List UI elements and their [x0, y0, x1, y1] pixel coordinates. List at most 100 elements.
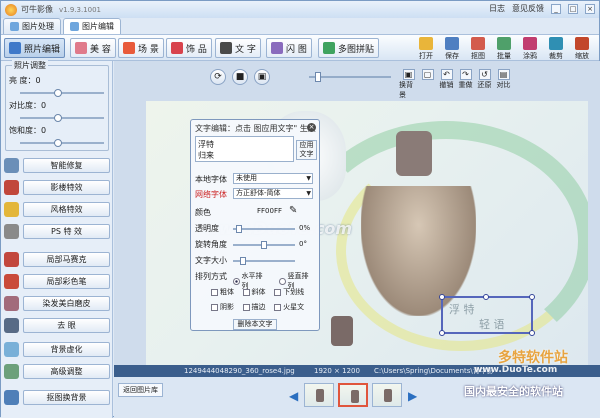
resize-handle[interactable] [529, 330, 535, 336]
tab-bar: 图片处理 图片编辑 [3, 18, 121, 34]
title-bar: 可牛影像 v1.9.3.1001 日志 意见反馈 _ □ × [1, 1, 599, 18]
local-font-select[interactable]: 未使用 ▼ [233, 173, 313, 184]
effect-button[interactable]: 染发美白磨皮 [23, 296, 110, 311]
prev-arrow-icon[interactable]: ◀ [289, 389, 298, 403]
canvas-tool-icon: ▤ [497, 69, 510, 80]
blur-icon [4, 342, 19, 357]
canvas-tool[interactable]: ↺ 还原 [475, 69, 494, 90]
contrast-slider[interactable] [20, 114, 104, 122]
checkbox-icon [242, 303, 250, 311]
open-button[interactable]: 打开 [413, 37, 439, 61]
effect-button[interactable]: 背景虚化 [23, 342, 110, 357]
text-selection-box[interactable]: 浮 特 轻 语 [439, 294, 535, 336]
batch-icon [497, 37, 511, 50]
brightness-slider[interactable] [20, 89, 104, 97]
doodle-button[interactable]: 涂鸦 [517, 37, 543, 61]
slider-knob[interactable] [239, 257, 246, 265]
next-arrow-icon[interactable]: ▶ [408, 389, 417, 403]
mode-beauty[interactable]: 美 容 [70, 38, 116, 58]
rotate-slider[interactable] [233, 241, 295, 249]
shadow-checkbox[interactable]: 阴影 [211, 302, 234, 312]
canvas-tool[interactable]: ↷ 重做 [456, 69, 475, 90]
effect-button[interactable]: PS 特 效 [23, 224, 110, 239]
thumbnail[interactable] [372, 383, 402, 407]
mode-flash[interactable]: 闪 图 [266, 38, 312, 58]
effect-button[interactable]: 影楼特效 [23, 180, 110, 195]
maximize-button[interactable]: □ [568, 3, 578, 14]
select-value: 未使用 [236, 174, 257, 182]
batch-button[interactable]: 批量 [491, 37, 517, 61]
mode-scene[interactable]: 场 景 [118, 38, 164, 58]
italic-checkbox[interactable]: 斜体 [242, 287, 266, 297]
mode-text[interactable]: 文 字 [215, 38, 261, 58]
tab-image-process[interactable]: 图片处理 [3, 18, 61, 34]
tab-label: 图片处理 [22, 22, 54, 31]
mode-label: 美 容 [90, 44, 111, 55]
cutout-button[interactable]: 抠图 [465, 37, 491, 61]
opacity-value: 0% [299, 224, 311, 232]
mode-collage[interactable]: 多图拼贴 [318, 38, 380, 58]
actual-size-button[interactable]: ▣ [254, 69, 270, 85]
effect-button[interactable]: 智能修复 [23, 158, 110, 173]
resize-button[interactable]: 缩放 [569, 37, 595, 61]
text-content-input[interactable]: 浮特 归来 [195, 136, 294, 162]
effect-button[interactable]: 抠图换背景 [23, 390, 110, 405]
effect-button[interactable]: 局部马赛克 [23, 252, 110, 267]
canvas-tool-label: 还原 [477, 81, 492, 89]
effect-button[interactable]: 高级调整 [23, 364, 110, 379]
close-button[interactable]: × [585, 3, 595, 14]
rotate-button[interactable]: ⟳ [210, 69, 226, 85]
close-icon[interactable]: × [307, 123, 316, 132]
canvas-tool[interactable]: ▢ [418, 69, 437, 80]
apply-text-button[interactable]: 应用文字 [296, 140, 317, 160]
canvas-tool[interactable]: ↶ 撤销 [437, 69, 456, 90]
watermark: www.DuoTe.com [474, 365, 558, 375]
bold-checkbox[interactable]: 粗体 [211, 287, 234, 297]
thumbnail-selected[interactable] [338, 383, 368, 407]
app-logo-icon [5, 3, 17, 16]
effect-button[interactable]: 风格特效 [23, 202, 110, 217]
save-button[interactable]: 保存 [439, 37, 465, 61]
size-slider[interactable] [233, 257, 295, 265]
resize-handle[interactable] [483, 294, 489, 300]
checkbox-label: 粗体 [220, 288, 234, 296]
slider-knob[interactable] [54, 114, 63, 122]
watermark: 国内最安全的软件站 [464, 385, 563, 398]
tab-image-edit[interactable]: 图片编辑 [63, 18, 121, 34]
saturation-slider[interactable] [20, 139, 104, 147]
zoom-knob[interactable] [315, 72, 322, 82]
back-to-gallery-button[interactable]: 返回图片库 [118, 383, 163, 397]
thumbnail[interactable] [304, 383, 334, 407]
mode-accessory[interactable]: 饰 品 [166, 38, 212, 58]
underline-checkbox[interactable]: 下划线 [274, 287, 304, 297]
photo-adjust-group: 照片调整 亮 度：0 对比度：0 饱和度：0 [5, 60, 109, 151]
opacity-slider[interactable] [233, 225, 295, 233]
checkbox-label: 阴影 [220, 303, 234, 311]
slider-knob[interactable] [261, 241, 267, 249]
crop-icon [549, 37, 563, 50]
feedback-link[interactable]: 意见反馈 [512, 3, 544, 14]
mode-photo-edit[interactable]: 照片编辑 [4, 38, 66, 58]
resize-handle[interactable] [439, 330, 445, 336]
delete-text-button[interactable]: 删除本文字 [233, 319, 277, 330]
slider-knob[interactable] [235, 225, 242, 233]
color-picker-icon[interactable]: ✎ [289, 205, 297, 216]
minimize-button[interactable]: _ [551, 3, 561, 14]
stroke-checkbox[interactable]: 描边 [242, 302, 266, 312]
effect-button[interactable]: 局部彩色笔 [23, 274, 110, 289]
color-value[interactable]: FF00FF [257, 207, 282, 215]
fit-screen-button[interactable]: ■ [232, 69, 248, 85]
resize-handle[interactable] [439, 294, 445, 300]
resize-handle[interactable] [529, 294, 535, 300]
zoom-slider[interactable] [309, 72, 391, 82]
tab-label: 图片编辑 [82, 22, 114, 31]
crop-button[interactable]: 裁剪 [543, 37, 569, 61]
canvas-tool[interactable]: ▣ 换背景 [399, 69, 418, 100]
canvas-tool[interactable]: ▤ 对比 [494, 69, 513, 90]
net-font-select[interactable]: 方正舒体-简体 ▼ [233, 188, 313, 199]
log-link[interactable]: 日志 [489, 3, 505, 14]
slider-knob[interactable] [54, 89, 63, 97]
slider-knob[interactable] [54, 139, 63, 147]
martian-text-checkbox[interactable]: 火星文 [274, 302, 304, 312]
effect-button[interactable]: 去 眼 [23, 318, 110, 333]
